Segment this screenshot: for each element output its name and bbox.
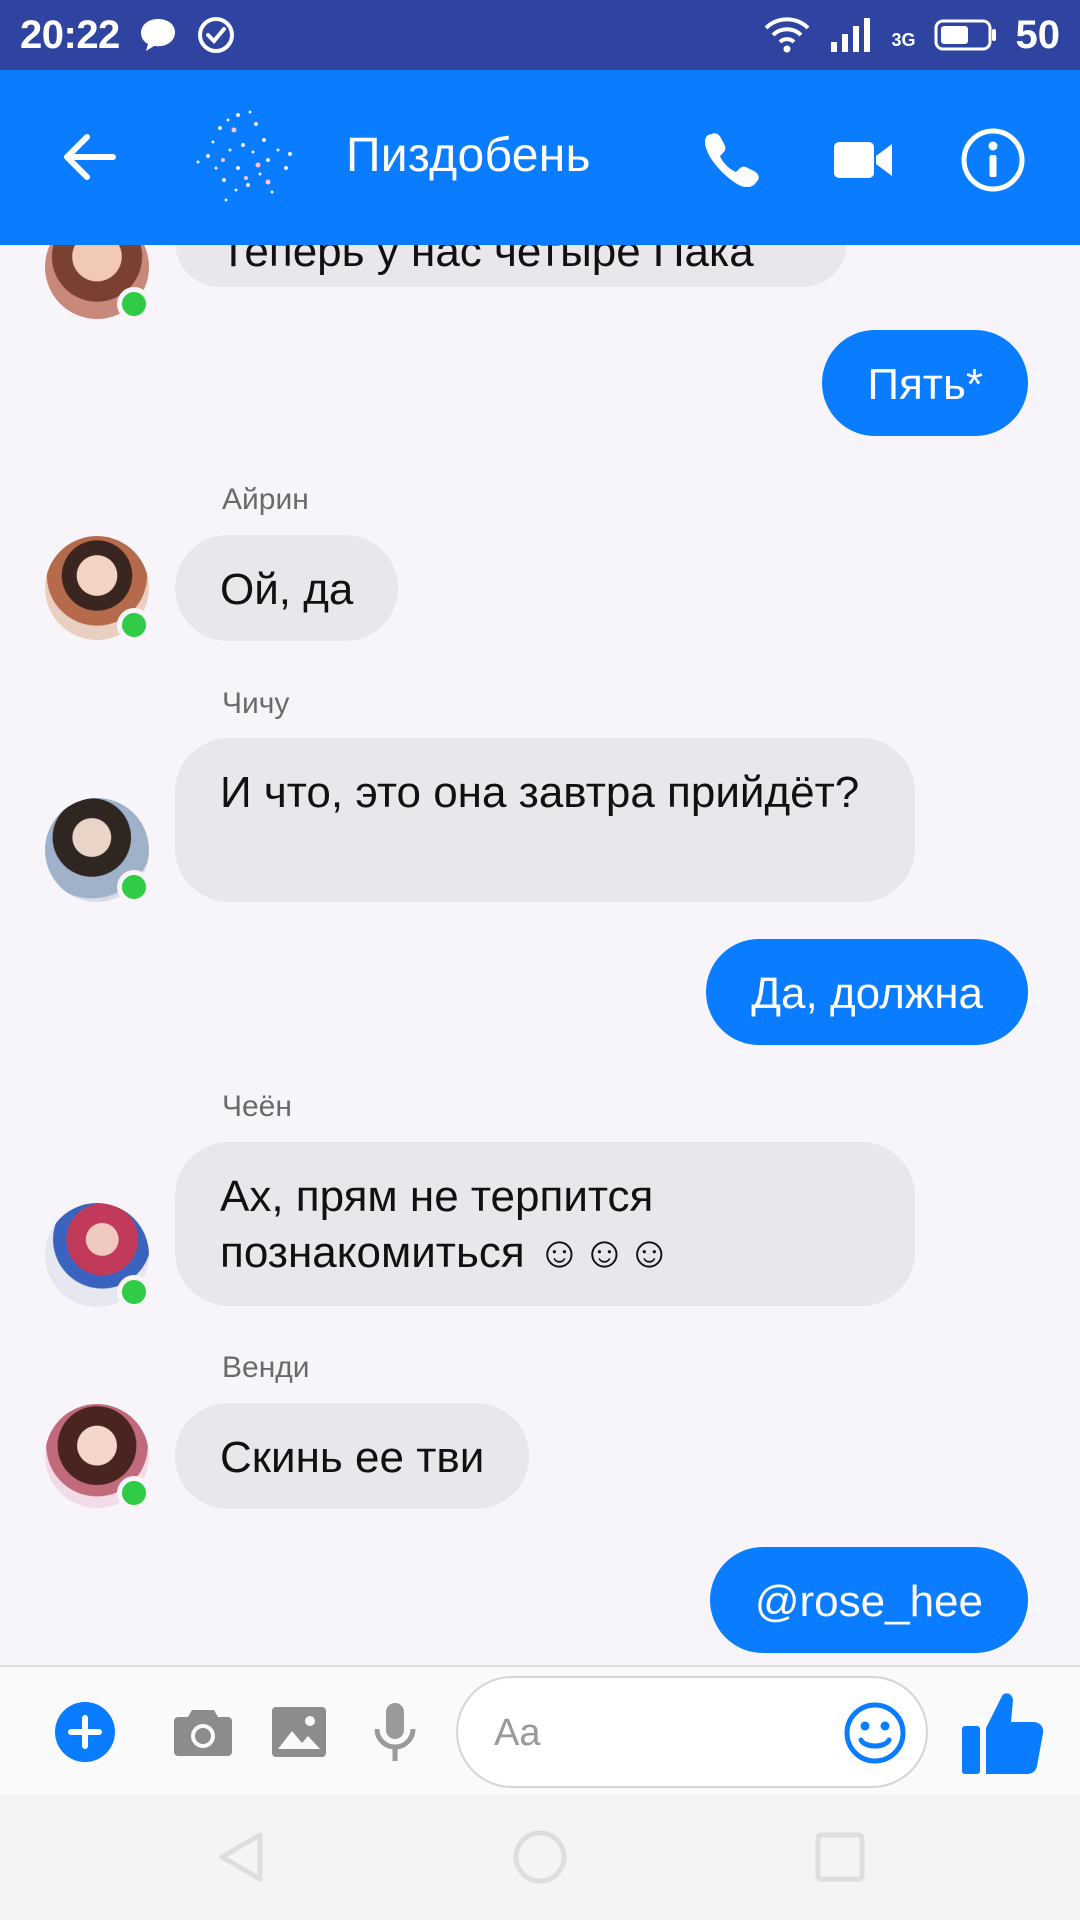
- online-indicator: [117, 1476, 151, 1510]
- message-text: И что, это она завтра прийдёт?: [220, 768, 860, 817]
- battery-percent: 50: [1015, 12, 1061, 57]
- network-type: 3G: [891, 29, 916, 50]
- avatar[interactable]: [45, 1404, 151, 1510]
- emoji-button[interactable]: [842, 1700, 908, 1766]
- message-bubble[interactable]: Скинь ее тви: [175, 1403, 530, 1509]
- message-text: Скинь ее тви: [220, 1433, 485, 1482]
- signal-icon: [829, 16, 873, 54]
- phone-icon: [704, 133, 759, 188]
- avatar[interactable]: [45, 798, 151, 904]
- system-navigation-bar: [0, 1795, 1080, 1920]
- video-call-button[interactable]: [829, 125, 899, 195]
- arrow-left-icon: [64, 134, 116, 180]
- circle-home-icon: [513, 1830, 567, 1884]
- message-input[interactable]: Aa: [456, 1676, 928, 1788]
- thumbs-up-icon: [962, 1693, 1044, 1774]
- back-button[interactable]: [55, 122, 125, 192]
- voice-button[interactable]: [362, 1699, 428, 1765]
- message-bubble-outgoing[interactable]: Да, должна: [706, 939, 1028, 1045]
- message-list[interactable]: Теперь у нас четыре Пака Пять* Айрин Ой,…: [0, 245, 1080, 1665]
- check-circle-icon: [196, 15, 236, 55]
- wifi-icon: [763, 16, 811, 54]
- status-time: 20:22: [20, 12, 120, 57]
- avatar[interactable]: [45, 1203, 151, 1309]
- image-icon: [272, 1707, 326, 1757]
- online-indicator: [117, 608, 151, 642]
- add-button[interactable]: [52, 1699, 118, 1765]
- message-placeholder: Aa: [494, 1712, 541, 1754]
- chat-title[interactable]: Пиздобень: [346, 128, 591, 183]
- chat-header: Пиздобень: [0, 70, 1080, 245]
- sender-name: Венди: [222, 1351, 310, 1384]
- message-text: Ой, да: [220, 565, 354, 614]
- gallery-button[interactable]: [266, 1699, 332, 1765]
- square-recents-icon: [815, 1832, 865, 1882]
- message-text: Пять*: [867, 360, 983, 409]
- plus-circle-icon: [55, 1702, 115, 1762]
- back-nav-button[interactable]: [210, 1827, 270, 1887]
- camera-icon: [174, 1710, 232, 1756]
- message-text: Да, должна: [751, 969, 983, 1018]
- video-camera-icon: [834, 142, 892, 178]
- recents-nav-button[interactable]: [810, 1827, 870, 1887]
- sender-name: Чеён: [222, 1090, 292, 1123]
- like-button[interactable]: [958, 1687, 1048, 1777]
- camera-button[interactable]: [170, 1699, 236, 1765]
- online-indicator: [117, 287, 151, 321]
- avatar[interactable]: [45, 245, 151, 321]
- message-bubble-outgoing[interactable]: @rose_hee: [709, 1547, 1028, 1653]
- smiley-icon: [844, 1702, 906, 1764]
- status-bar: 20:22 3G 50: [0, 0, 1080, 70]
- message-bubble[interactable]: Ой, да: [175, 535, 399, 641]
- battery-icon: [934, 18, 998, 52]
- message-text: Теперь у нас четыре Пака: [220, 245, 754, 276]
- triangle-back-icon: [219, 1832, 263, 1882]
- info-button[interactable]: [958, 125, 1028, 195]
- avatar[interactable]: [45, 536, 151, 642]
- message-bubble-outgoing[interactable]: Пять*: [822, 330, 1028, 436]
- info-icon: [961, 128, 1025, 192]
- home-nav-button[interactable]: [510, 1827, 570, 1887]
- message-bubble[interactable]: Теперь у нас четыре Пака: [175, 245, 847, 287]
- online-indicator: [117, 870, 151, 904]
- sender-name: Айрин: [222, 483, 309, 516]
- online-indicator: [117, 1275, 151, 1309]
- chat-bubble-icon: [138, 16, 178, 54]
- message-bubble[interactable]: Ах, прям не терпится познакомиться ☺☺☺: [175, 1142, 915, 1306]
- microphone-icon: [374, 1703, 416, 1761]
- message-text: Ах, прям не терпится познакомиться ☺☺☺: [220, 1172, 672, 1277]
- call-button[interactable]: [695, 125, 765, 195]
- sender-name: Чичу: [222, 687, 290, 720]
- message-bubble[interactable]: И что, это она завтра прийдёт?: [175, 738, 915, 902]
- group-avatar[interactable]: [168, 90, 308, 225]
- message-composer: Aa: [0, 1665, 1080, 1795]
- message-text: @rose_hee: [754, 1577, 983, 1626]
